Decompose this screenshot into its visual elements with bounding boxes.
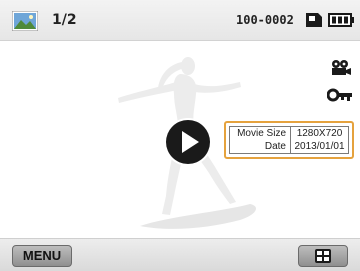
movie-camera-icon xyxy=(332,60,351,75)
play-button[interactable] xyxy=(166,120,210,164)
play-icon xyxy=(182,131,199,153)
movie-size-value: 1280X720 xyxy=(296,128,343,139)
playback-screen: 1/2 100-0002 Movie Size Date 1280X720 20… xyxy=(0,0,360,271)
movie-size-label: Movie Size xyxy=(237,128,286,139)
info-labels: Movie Size Date xyxy=(230,127,291,153)
top-status-bar: 1/2 100-0002 xyxy=(0,0,360,41)
protect-key-icon xyxy=(327,88,352,102)
thumbnail-icon xyxy=(12,11,38,31)
menu-button[interactable]: MENU xyxy=(12,245,72,267)
file-info-table: Movie Size Date 1280X720 2013/01/01 xyxy=(229,126,349,154)
memory-card-icon xyxy=(306,13,322,27)
bottom-bar: MENU xyxy=(0,238,360,271)
file-info-box: Movie Size Date 1280X720 2013/01/01 xyxy=(224,121,354,159)
battery-full-icon xyxy=(328,13,354,27)
info-values: 1280X720 2013/01/01 xyxy=(291,127,348,153)
date-value: 2013/01/01 xyxy=(294,141,345,152)
date-label: Date xyxy=(264,141,286,152)
view-mode-icon xyxy=(315,249,331,263)
file-number: 100-0002 xyxy=(236,13,294,27)
image-counter: 1/2 xyxy=(52,12,77,28)
view-mode-button[interactable] xyxy=(298,245,348,267)
